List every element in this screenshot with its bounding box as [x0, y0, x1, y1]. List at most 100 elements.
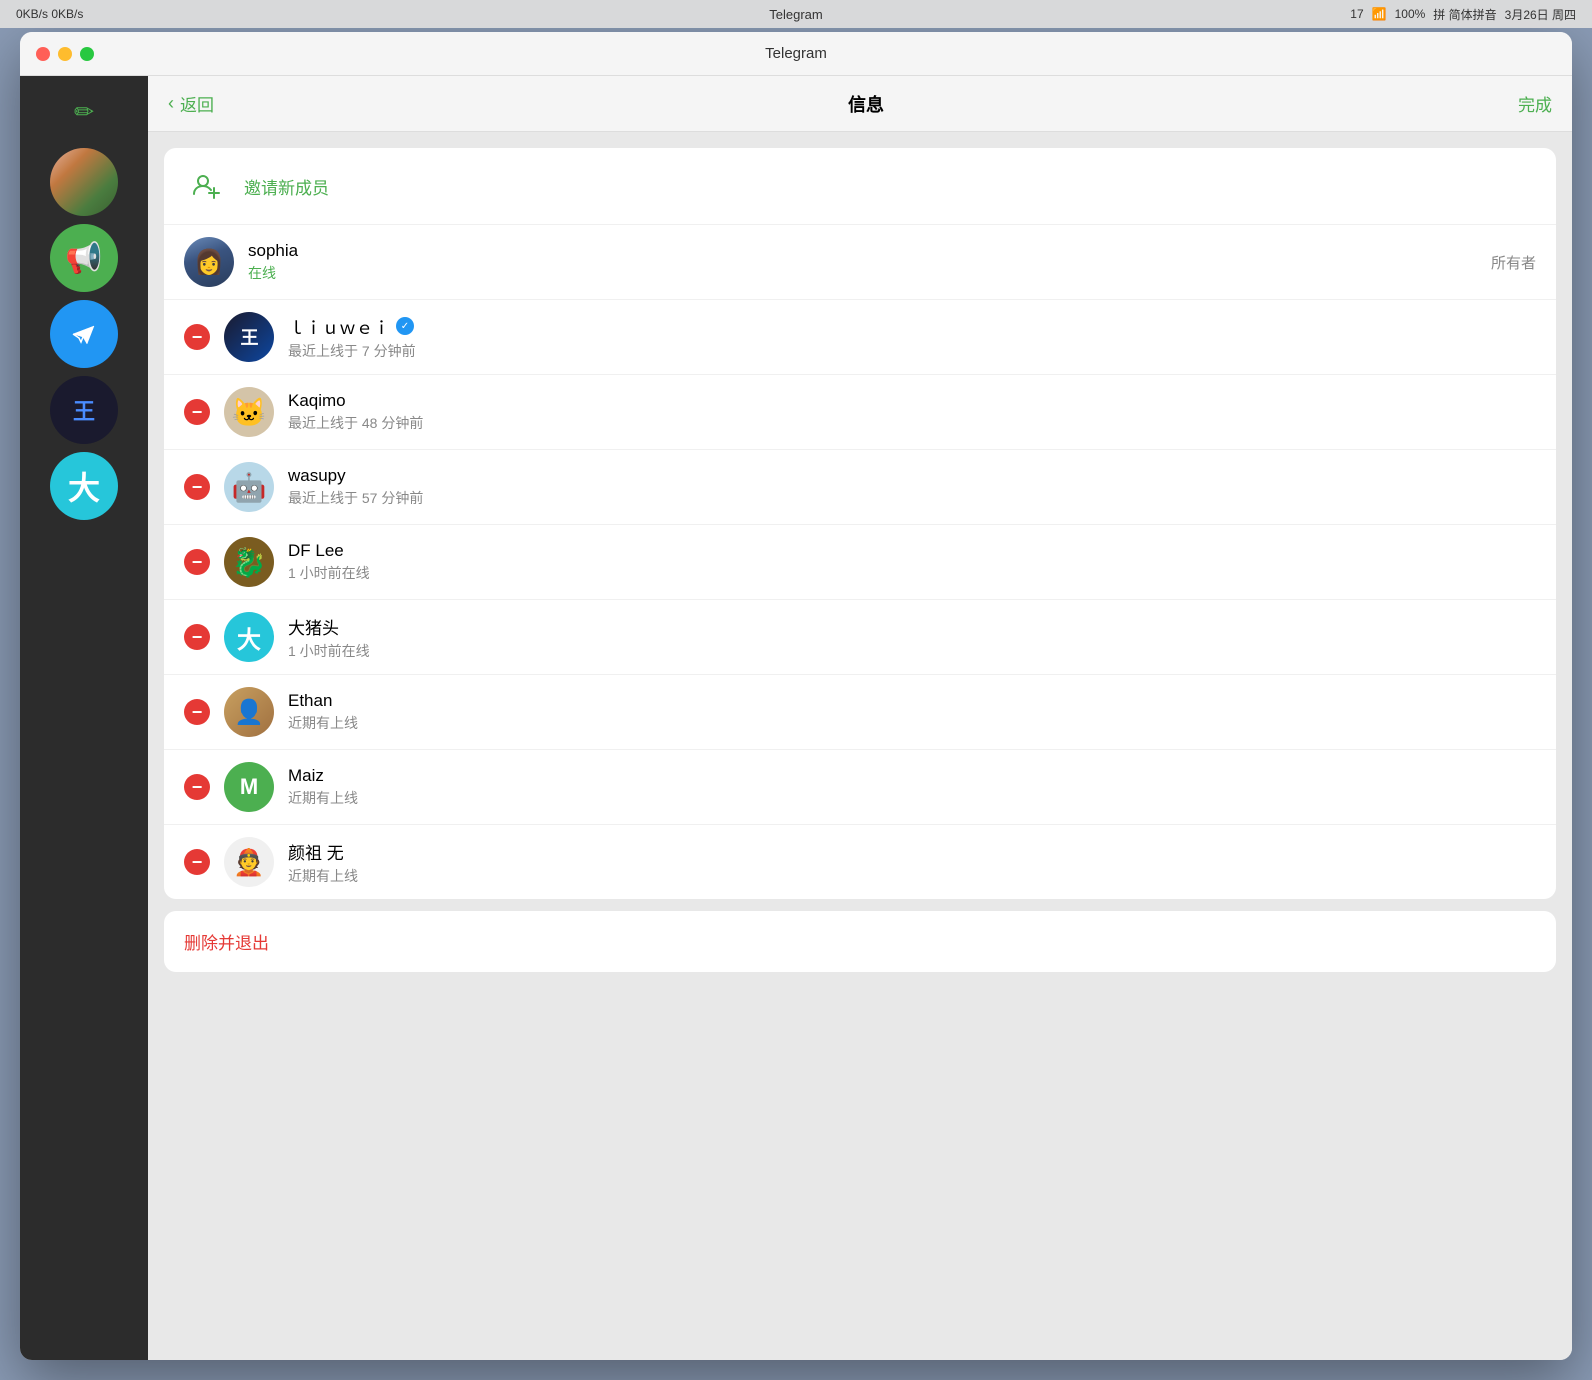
avatar-yan: 👲	[224, 837, 274, 887]
avatar-dazhu: 大	[224, 612, 274, 662]
menubar-network: 0KB/s 0KB/s	[16, 7, 83, 21]
dazhu-info: 大猪头 1 小时前在线	[288, 614, 1536, 661]
dark-item-icon: 王	[73, 394, 95, 426]
content-area: ‹ 返回 信息 完成	[148, 76, 1572, 1360]
sidebar: ✏ 📢 王 大	[20, 76, 148, 1360]
sophia-info: sophia 在线	[248, 241, 1477, 283]
wasupy-status: 最近上线于 57 分钟前	[288, 488, 1536, 508]
input-method: 拼 简体拼音	[1433, 6, 1496, 23]
invite-row[interactable]: 邀请新成员	[164, 148, 1556, 224]
remove-wasupy-button[interactable]: −	[184, 474, 210, 500]
main-layout: ✏ 📢 王 大	[20, 76, 1572, 1360]
kaqimo-status: 最近上线于 48 分钟前	[288, 413, 1536, 433]
avatar-liuwei: 王	[224, 312, 274, 362]
yan-name: 颜祖 无	[288, 839, 1536, 864]
sidebar-item-dark[interactable]: 王	[50, 376, 118, 444]
ethan-status: 近期有上线	[288, 713, 1536, 733]
kaqimo-info: Kaqimo 最近上线于 48 分钟前	[288, 391, 1536, 433]
yan-info: 颜祖 无 近期有上线	[288, 839, 1536, 886]
menubar-title: Telegram	[769, 7, 822, 22]
remove-liuwei-button[interactable]: −	[184, 324, 210, 350]
avatar-dflee: 🐉	[224, 537, 274, 587]
members-card: 邀请新成员 👩 sophia 在线 所有者	[164, 148, 1556, 899]
dazhu-avatar-letter: 大	[237, 620, 261, 655]
add-person-icon	[192, 172, 220, 200]
wechat-count: 17	[1350, 7, 1363, 21]
sophia-status: 在线	[248, 263, 1477, 283]
delete-label[interactable]: 删除并退出	[184, 934, 269, 953]
ethan-avatar-icon: 👤	[234, 698, 264, 727]
menubar-right: 17 📶 100% 拼 简体拼音 3月26日 周四	[1350, 6, 1576, 23]
liuwei-status: 最近上线于 7 分钟前	[288, 341, 1536, 361]
liuwei-avatar-text: 王	[241, 324, 258, 350]
member-row-sophia[interactable]: 👩 sophia 在线 所有者	[164, 224, 1556, 299]
compose-icon: ✏	[74, 98, 94, 127]
liuwei-name: ｌｉｕｗｅｉ ✓	[288, 314, 1536, 339]
avatar-kaqimo: 🐱	[224, 387, 274, 437]
datetime: 3月26日 周四	[1505, 6, 1576, 23]
sidebar-item-telegram[interactable]	[50, 300, 118, 368]
remove-yan-button[interactable]: −	[184, 849, 210, 875]
menubar-center: Telegram	[769, 7, 822, 22]
sidebar-item-da[interactable]: 大	[50, 452, 118, 520]
member-row-yan[interactable]: − 👲 颜祖 无 近期有上线	[164, 824, 1556, 899]
remove-dflee-button[interactable]: −	[184, 549, 210, 575]
member-row-dazhu[interactable]: − 大 大猪头 1 小时前在线	[164, 599, 1556, 674]
member-row-ethan[interactable]: − 👤 Ethan 近期有上线	[164, 674, 1556, 749]
da-label: 大	[68, 463, 100, 509]
remove-maiz-button[interactable]: −	[184, 774, 210, 800]
battery: 100%	[1395, 7, 1426, 21]
verified-badge: ✓	[396, 317, 414, 335]
member-row-wasupy[interactable]: − 🤖 wasupy 最近上线于 57 分钟前	[164, 449, 1556, 524]
traffic-lights	[36, 47, 94, 61]
dflee-info: DF Lee 1 小时前在线	[288, 541, 1536, 583]
kaqimo-avatar-icon: 🐱	[232, 396, 267, 429]
delete-card[interactable]: 删除并退出	[164, 911, 1556, 972]
maiz-info: Maiz 近期有上线	[288, 766, 1536, 808]
avatar-ethan: 👤	[224, 687, 274, 737]
back-label[interactable]: 返回	[180, 91, 214, 116]
maximize-button[interactable]	[80, 47, 94, 61]
wasupy-name: wasupy	[288, 466, 1536, 486]
member-row-dflee[interactable]: − 🐉 DF Lee 1 小时前在线	[164, 524, 1556, 599]
done-button[interactable]: 完成	[1518, 91, 1552, 116]
kaqimo-name: Kaqimo	[288, 391, 1536, 411]
invite-icon	[184, 164, 228, 208]
window-title: Telegram	[765, 45, 827, 62]
page-header: ‹ 返回 信息 完成	[148, 76, 1572, 132]
remove-dazhu-button[interactable]: −	[184, 624, 210, 650]
back-chevron-icon: ‹	[168, 93, 174, 114]
back-button[interactable]: ‹ 返回	[168, 91, 214, 116]
minimize-button[interactable]	[58, 47, 72, 61]
yan-status: 近期有上线	[288, 866, 1536, 886]
page-title: 信息	[848, 91, 884, 117]
maiz-name: Maiz	[288, 766, 1536, 786]
avatar-wasupy: 🤖	[224, 462, 274, 512]
compose-button[interactable]: ✏	[60, 88, 108, 136]
member-row-liuwei[interactable]: − 王 ｌｉｕｗｅｉ ✓ 最近上线于 7 分钟前	[164, 299, 1556, 374]
scroll-area[interactable]: 邀请新成员 👩 sophia 在线 所有者	[148, 132, 1572, 1360]
remove-ethan-button[interactable]: −	[184, 699, 210, 725]
maiz-status: 近期有上线	[288, 788, 1536, 808]
sidebar-item-group[interactable]	[50, 148, 118, 216]
menubar-left: 0KB/s 0KB/s	[16, 7, 83, 21]
ethan-info: Ethan 近期有上线	[288, 691, 1536, 733]
remove-kaqimo-button[interactable]: −	[184, 399, 210, 425]
menubar: 0KB/s 0KB/s Telegram 17 📶 100% 拼 简体拼音 3月…	[0, 0, 1592, 28]
member-row-maiz[interactable]: − M Maiz 近期有上线	[164, 749, 1556, 824]
wasupy-avatar-icon: 🤖	[232, 471, 267, 504]
close-button[interactable]	[36, 47, 50, 61]
yan-avatar-icon: 👲	[233, 847, 265, 878]
avatar-maiz: M	[224, 762, 274, 812]
dflee-status: 1 小时前在线	[288, 563, 1536, 583]
dazhu-status: 1 小时前在线	[288, 641, 1536, 661]
invite-label[interactable]: 邀请新成员	[244, 174, 329, 199]
sophia-role: 所有者	[1491, 252, 1536, 273]
avatar-sophia: 👩	[184, 237, 234, 287]
sidebar-item-announce[interactable]: 📢	[50, 224, 118, 292]
app-window: Telegram ✏ 📢 王	[20, 32, 1572, 1360]
maiz-avatar-letter: M	[240, 774, 258, 800]
dazhu-name: 大猪头	[288, 614, 1536, 639]
member-row-kaqimo[interactable]: − 🐱 Kaqimo 最近上线于 48 分钟前	[164, 374, 1556, 449]
wifi-icon: 📶	[1372, 7, 1387, 21]
